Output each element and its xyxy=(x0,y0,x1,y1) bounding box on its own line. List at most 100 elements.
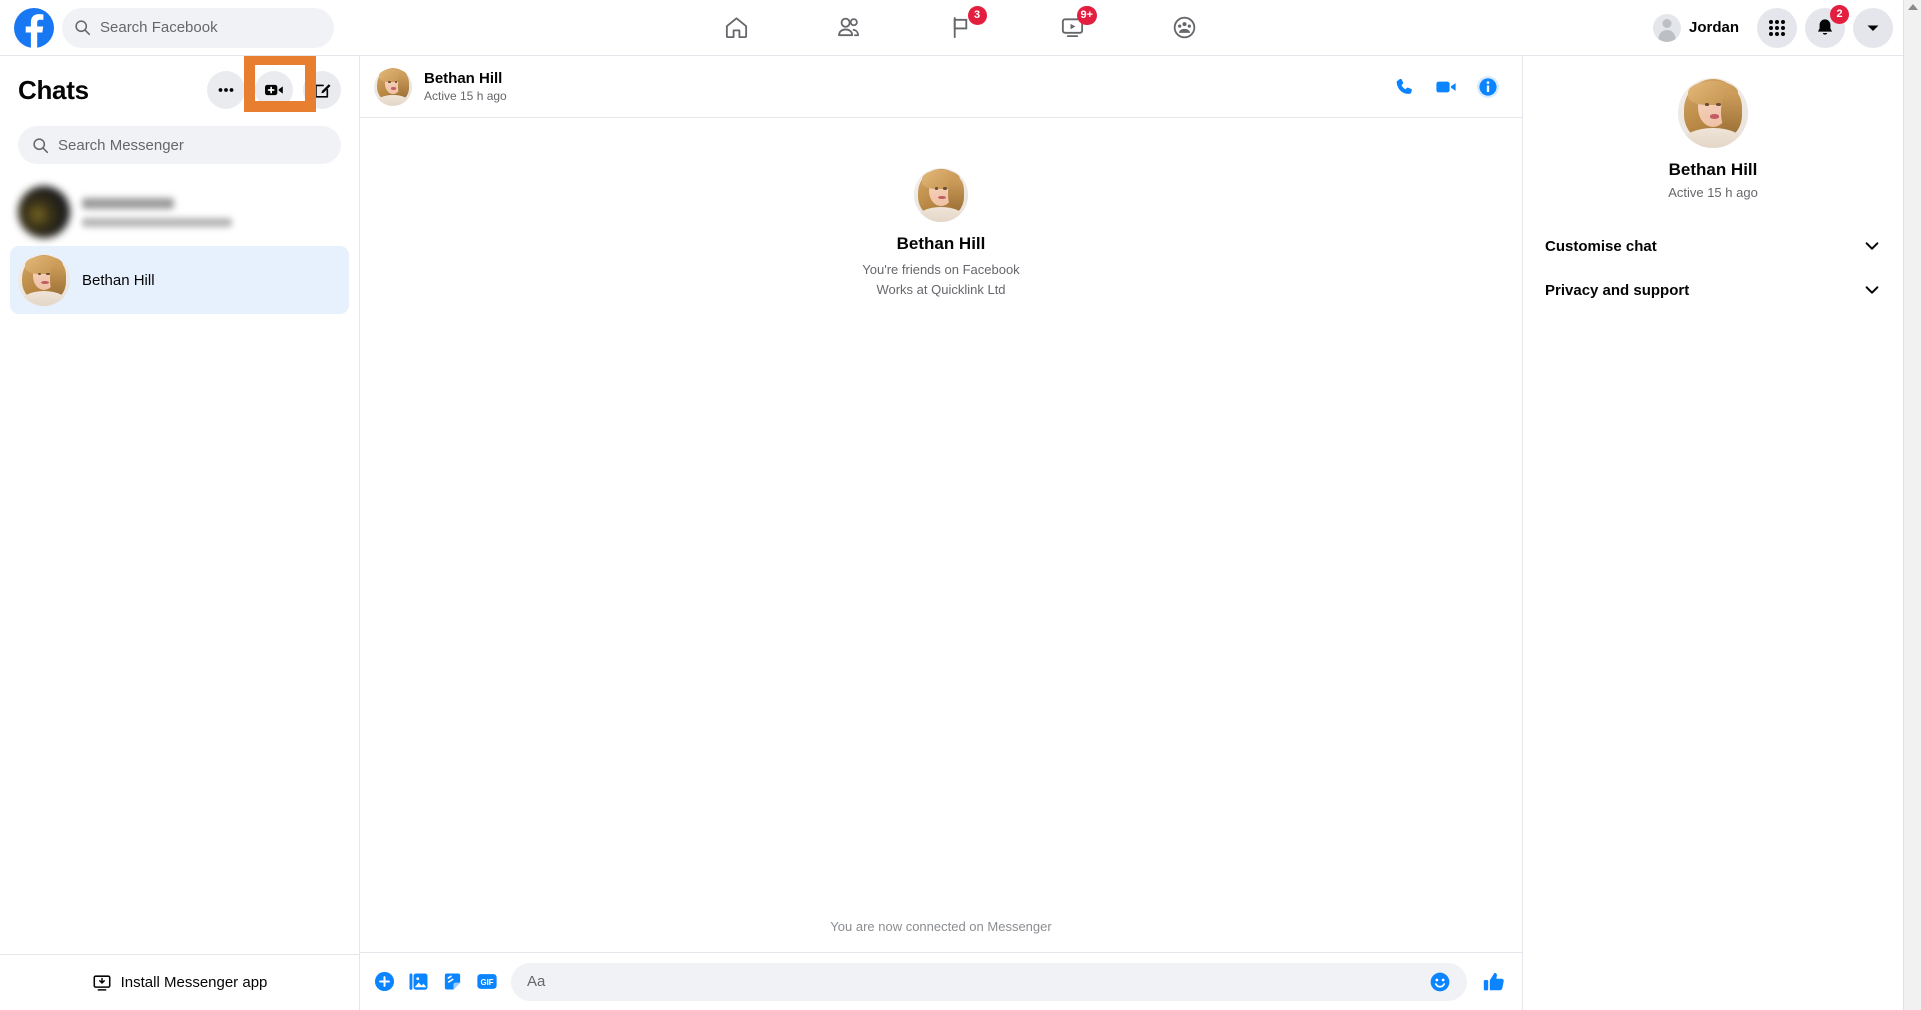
navbar-tabs: 3 9+ xyxy=(681,4,1241,52)
chevron-down-icon xyxy=(1863,237,1881,255)
details-contact-name: Bethan Hill xyxy=(1669,160,1758,180)
facebook-search-input[interactable]: Search Facebook xyxy=(62,8,334,48)
nav-tab-friends[interactable] xyxy=(793,4,905,52)
add-attachment-button[interactable] xyxy=(374,971,395,992)
page-scrollbar[interactable] xyxy=(1903,0,1921,1010)
search-icon xyxy=(74,19,91,36)
chevron-down-icon xyxy=(1863,281,1881,299)
marketplace-badge: 3 xyxy=(968,6,987,25)
message-input-placeholder: Aa xyxy=(527,973,545,990)
list-item[interactable] xyxy=(10,178,349,246)
groups-icon xyxy=(1171,14,1198,41)
plus-circle-icon xyxy=(374,971,395,992)
compose-pencil-icon xyxy=(312,80,333,101)
avatar[interactable] xyxy=(1678,78,1748,148)
facebook-logo[interactable] xyxy=(14,8,54,48)
chats-header-actions xyxy=(207,71,341,109)
conversation-header-identity[interactable]: Bethan Hill Active 15 h ago xyxy=(374,68,507,106)
nav-tab-home[interactable] xyxy=(681,4,793,52)
nav-tab-marketplace[interactable]: 3 xyxy=(905,4,1017,52)
conversation-header-actions xyxy=(1394,75,1500,99)
chat-text-group: Bethan Hill xyxy=(82,272,155,289)
new-message-button[interactable] xyxy=(303,71,341,109)
avatar xyxy=(18,186,70,238)
gif-icon: GIF xyxy=(476,971,498,992)
ellipsis-icon xyxy=(216,80,236,100)
video-call-button[interactable] xyxy=(1434,75,1458,99)
grid-menu-icon xyxy=(1766,17,1788,39)
avatar xyxy=(18,254,70,306)
list-item[interactable]: Bethan Hill xyxy=(10,246,349,314)
notifications-badge: 2 xyxy=(1830,5,1849,24)
photo-icon xyxy=(408,971,429,992)
install-messenger-app-label: Install Messenger app xyxy=(121,974,268,991)
redacted-chat-text xyxy=(82,198,232,227)
intro-friendship-line: You're friends on Facebook xyxy=(862,262,1019,277)
intro-work-line: Works at Quicklink Ltd xyxy=(876,282,1005,297)
details-section-label: Privacy and support xyxy=(1545,282,1689,299)
chats-more-options-button[interactable] xyxy=(207,71,245,109)
navbar-left-group: Search Facebook xyxy=(0,8,334,48)
new-video-call-button[interactable] xyxy=(255,71,293,109)
install-messenger-app-button[interactable]: Install Messenger app xyxy=(0,954,359,1010)
messenger-search-placeholder: Search Messenger xyxy=(58,137,184,154)
conversation-header-text: Bethan Hill Active 15 h ago xyxy=(424,70,507,103)
voice-call-button[interactable] xyxy=(1394,76,1416,98)
gif-button[interactable]: GIF xyxy=(476,971,498,992)
search-icon xyxy=(32,137,49,154)
monitor-download-icon xyxy=(92,973,112,993)
profile-name: Jordan xyxy=(1689,19,1739,36)
system-message: You are now connected on Messenger xyxy=(360,919,1522,934)
nav-tab-groups[interactable] xyxy=(1129,4,1241,52)
video-camera-icon xyxy=(1434,75,1458,99)
details-sections: Customise chat Privacy and support xyxy=(1523,224,1903,312)
sticker-icon xyxy=(442,971,463,992)
thumbs-up-icon xyxy=(1482,970,1506,994)
account-menu-button[interactable] xyxy=(1853,8,1893,48)
svg-text:GIF: GIF xyxy=(480,978,493,987)
facebook-search-placeholder: Search Facebook xyxy=(100,19,218,36)
attach-photo-button[interactable] xyxy=(408,971,429,992)
conversation-details-panel: Bethan Hill Active 15 h ago Customise ch… xyxy=(1522,56,1903,1010)
chevron-down-icon xyxy=(1865,20,1881,36)
notifications-button[interactable]: 2 xyxy=(1805,8,1845,48)
details-section-privacy-and-support[interactable]: Privacy and support xyxy=(1545,268,1881,312)
conversation-header: Bethan Hill Active 15 h ago xyxy=(360,56,1522,118)
avatar xyxy=(374,68,412,106)
details-section-customise-chat[interactable]: Customise chat xyxy=(1545,224,1881,268)
grid-menu-button[interactable] xyxy=(1757,8,1797,48)
scroll-up-arrow-icon[interactable] xyxy=(1908,4,1918,10)
message-input[interactable]: Aa xyxy=(511,963,1467,1001)
nav-tab-watch[interactable]: 9+ xyxy=(1017,4,1129,52)
messenger-search-input[interactable]: Search Messenger xyxy=(18,126,341,164)
video-camera-plus-icon xyxy=(263,79,285,101)
top-navigation-bar: Search Facebook 3 xyxy=(0,0,1921,56)
details-contact-status: Active 15 h ago xyxy=(1668,185,1758,200)
emoji-smiley-icon xyxy=(1429,971,1451,993)
chats-sidebar: Chats xyxy=(0,56,360,1010)
phone-icon xyxy=(1394,76,1416,98)
watch-badge: 9+ xyxy=(1077,6,1098,25)
chats-header: Chats xyxy=(0,56,359,124)
details-section-label: Customise chat xyxy=(1545,238,1657,255)
send-like-button[interactable] xyxy=(1482,970,1506,994)
conversation-info-button[interactable] xyxy=(1476,75,1500,99)
message-composer: GIF Aa xyxy=(360,952,1522,1010)
conversation-body: Bethan Hill You're friends on Facebook W… xyxy=(360,118,1522,952)
conversation-contact-name: Bethan Hill xyxy=(424,70,507,87)
chat-list: Bethan Hill xyxy=(0,178,359,314)
intro-contact-name: Bethan Hill xyxy=(897,234,986,254)
conversation-contact-status: Active 15 h ago xyxy=(424,89,507,103)
friends-icon xyxy=(835,14,862,41)
profile-chip[interactable]: Jordan xyxy=(1649,10,1749,46)
chat-contact-name: Bethan Hill xyxy=(82,272,155,289)
navbar-right-group: Jordan 2 xyxy=(1649,8,1893,48)
info-icon xyxy=(1476,75,1500,99)
emoji-button[interactable] xyxy=(1429,971,1451,993)
avatar xyxy=(914,168,968,222)
stickers-button[interactable] xyxy=(442,971,463,992)
conversation-intro: Bethan Hill You're friends on Facebook W… xyxy=(360,168,1522,297)
user-avatar-icon xyxy=(1653,14,1681,42)
home-icon xyxy=(723,14,750,41)
chats-title: Chats xyxy=(18,75,89,106)
